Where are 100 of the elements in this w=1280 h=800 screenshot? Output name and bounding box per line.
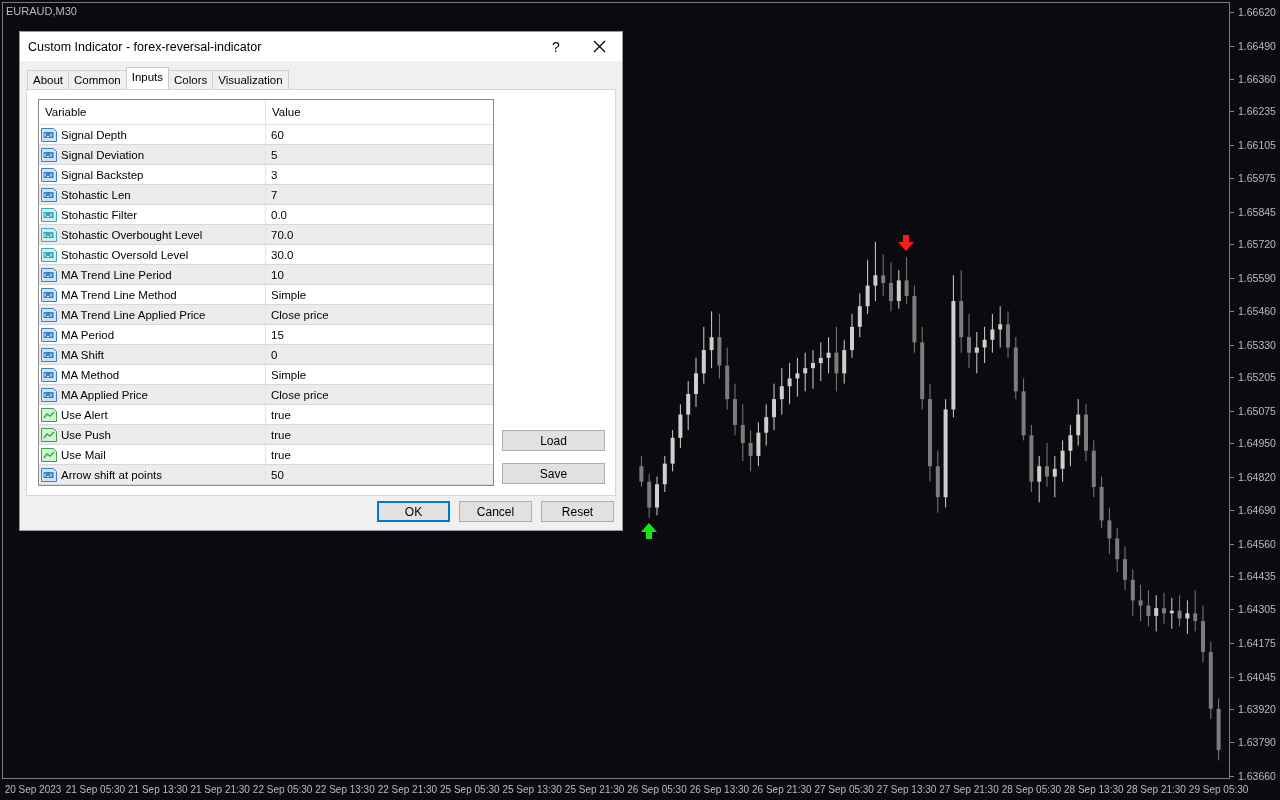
price-label: 1.64305 <box>1230 602 1276 617</box>
price-label: 1.66360 <box>1230 72 1276 87</box>
time-label: 22 Sep 13:30 <box>315 783 375 795</box>
variable-name: Use Push <box>61 428 111 441</box>
variable-name: Signal Depth <box>61 128 127 141</box>
candle <box>779 367 784 416</box>
value-cell[interactable]: 0 <box>268 348 278 361</box>
variable-name: Signal Backstep <box>61 168 144 181</box>
variable-name: MA Trend Line Applied Price <box>61 308 206 321</box>
candle <box>990 313 995 354</box>
price-label: 1.64950 <box>1230 436 1276 450</box>
number-type-icon <box>41 247 57 262</box>
number-type-icon <box>41 147 57 162</box>
value-cell[interactable]: Close price <box>268 388 329 401</box>
candle <box>1216 698 1221 761</box>
tab[interactable]: About <box>27 70 70 89</box>
candle <box>795 357 800 398</box>
dialog-button[interactable]: OK <box>377 501 450 522</box>
variable-name: Use Mail <box>61 448 106 461</box>
candle <box>1123 545 1127 591</box>
tab[interactable]: Visualization <box>212 70 289 89</box>
candle <box>709 310 714 369</box>
side-button[interactable]: Save <box>502 463 605 484</box>
candle <box>865 259 870 315</box>
time-label: 26 Sep 13:30 <box>689 783 750 795</box>
value-cell[interactable]: 10 <box>268 268 284 281</box>
candle <box>811 349 815 390</box>
value-cell[interactable]: Simple <box>268 288 307 301</box>
time-label: 25 Sep 13:30 <box>502 783 562 795</box>
value-cell[interactable]: 30.0 <box>268 248 294 261</box>
value-cell[interactable]: 15 <box>268 328 284 341</box>
value-cell[interactable]: 7 <box>268 188 278 201</box>
candle <box>686 380 691 431</box>
value-cell[interactable]: 70.0 <box>268 228 294 241</box>
variable-name: MA Trend Line Method <box>61 288 177 301</box>
candle <box>639 455 644 488</box>
price-label: 1.66105 <box>1230 137 1276 152</box>
candle <box>701 326 706 385</box>
value-cell[interactable]: true <box>268 448 291 461</box>
value-cell[interactable]: 50 <box>268 468 284 481</box>
value-cell[interactable]: true <box>268 408 291 421</box>
candle <box>1091 439 1096 498</box>
candle <box>1107 507 1112 555</box>
side-button[interactable]: Load <box>502 430 605 451</box>
tab[interactable]: Inputs <box>125 67 170 89</box>
price-label: 1.65205 <box>1230 370 1276 385</box>
value-cell[interactable]: 60 <box>268 128 284 141</box>
price-label: 1.66235 <box>1230 104 1276 119</box>
variable-name: Stohastic Overbought Level <box>61 228 203 241</box>
number-type-icon <box>41 347 57 362</box>
time-label: 26 Sep 05:30 <box>627 783 687 795</box>
candle <box>1099 476 1104 529</box>
candle <box>1076 398 1081 447</box>
candle <box>1146 589 1151 627</box>
candle <box>935 450 940 514</box>
candle <box>857 292 862 338</box>
time-label: 21 Sep 13:30 <box>128 783 188 795</box>
variable-name: MA Trend Line Period <box>61 268 172 281</box>
candle <box>1169 597 1174 630</box>
value-cell[interactable]: Simple <box>268 368 307 381</box>
value-cell[interactable]: Close price <box>268 308 329 321</box>
number-type-icon <box>41 267 57 282</box>
time-label: 26 Sep 21:30 <box>752 783 812 795</box>
dialog-button[interactable]: Cancel <box>459 501 532 522</box>
candle <box>764 403 769 447</box>
candle <box>904 256 909 305</box>
value-cell[interactable]: 5 <box>268 148 278 161</box>
candle <box>1185 599 1190 635</box>
candle <box>694 357 698 408</box>
value-cell[interactable]: true <box>268 428 291 441</box>
candle <box>740 403 745 462</box>
candle <box>1006 310 1010 359</box>
variable-name: MA Method <box>61 368 120 381</box>
value-cell[interactable]: 0.0 <box>268 208 287 221</box>
time-label: 29 Sep 05:30 <box>1188 783 1249 795</box>
candle <box>1201 605 1205 663</box>
time-label: 27 Sep 05:30 <box>814 783 874 795</box>
help-button[interactable]: ? <box>536 38 576 55</box>
candle <box>982 326 987 364</box>
candle <box>670 429 675 472</box>
time-label: 25 Sep 21:30 <box>564 783 625 795</box>
candle <box>1084 403 1088 462</box>
candle <box>842 339 847 385</box>
variable-name: Stohastic Filter <box>61 208 138 221</box>
price-label: 1.64175 <box>1230 636 1276 650</box>
dialog-button[interactable]: Reset <box>541 501 614 522</box>
candle <box>733 383 737 436</box>
candle <box>725 347 730 410</box>
price-label: 1.64820 <box>1230 469 1276 484</box>
candle <box>1068 424 1073 467</box>
price-label: 1.65720 <box>1230 237 1276 252</box>
price-label: 1.64435 <box>1230 568 1276 583</box>
candle <box>1154 594 1159 632</box>
time-label: 21 Sep 21:30 <box>190 783 250 795</box>
price-label: 1.65460 <box>1230 304 1276 319</box>
time-label: 21 Sep 05:30 <box>65 783 126 795</box>
variable-name: MA Shift <box>61 348 104 361</box>
value-cell[interactable]: 3 <box>268 168 278 181</box>
time-label: 28 Sep 05:30 <box>1001 783 1062 795</box>
number-type-icon <box>41 187 57 202</box>
